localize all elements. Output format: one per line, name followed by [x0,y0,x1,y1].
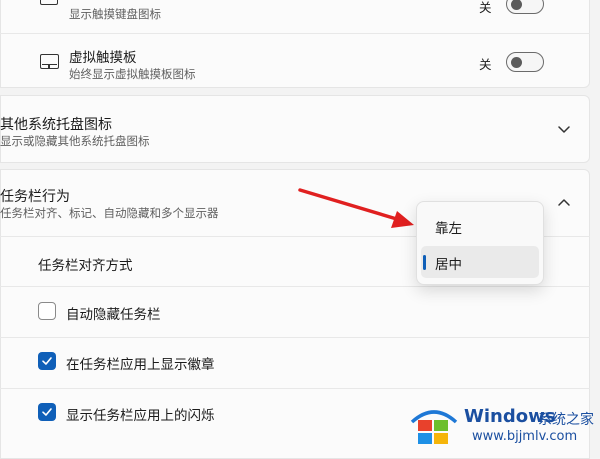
windows-logo-icon [410,410,458,444]
menu-item-left[interactable]: 靠左 [421,210,539,242]
watermark-url: www.bjjmlv.com [472,429,578,444]
watermark-site-name: 系统之家 [538,412,594,428]
menu-item-center[interactable]: 居中 [421,246,539,278]
menu-item-label: 居中 [435,257,462,273]
menu-item-label: 靠左 [435,221,462,237]
watermark: Windows 系统之家 www.bjjmlv.com [408,398,600,450]
alignment-dropdown: 靠左 居中 [416,201,544,285]
selection-indicator [423,255,426,270]
